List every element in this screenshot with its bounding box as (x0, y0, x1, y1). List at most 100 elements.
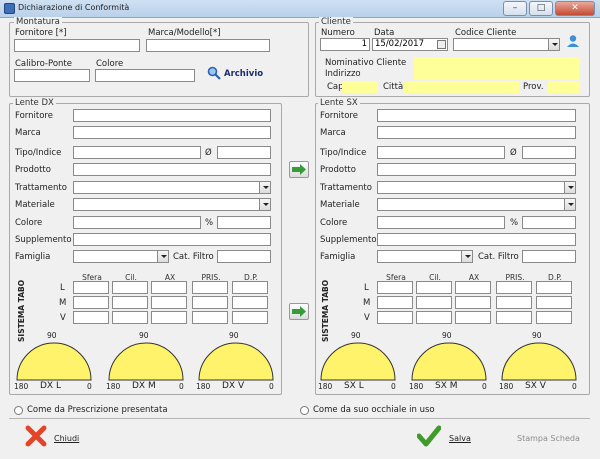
archivio-button[interactable]: Archivio (207, 66, 263, 83)
sx-tabo-cell[interactable] (496, 311, 532, 324)
sx-tabo-cell[interactable] (416, 281, 452, 294)
sx-fornitore-input[interactable] (377, 109, 576, 122)
citta-field[interactable] (404, 81, 519, 93)
montatura-marca-input[interactable] (146, 39, 270, 52)
dx-tabo-cell[interactable] (232, 311, 268, 324)
sx-tabo-cell[interactable] (377, 296, 413, 309)
sx-trattamento-combo[interactable] (377, 181, 576, 194)
montatura-colore-input[interactable] (95, 69, 195, 82)
dx-tabo-cell[interactable] (151, 296, 187, 309)
chevron-down-icon[interactable] (564, 199, 575, 210)
radio-occhiale-label: Come da suo occhiale in uso (313, 405, 435, 415)
chevron-down-icon[interactable] (157, 251, 168, 262)
dx-tabo-cell[interactable] (151, 311, 187, 324)
prov-field[interactable] (548, 81, 579, 93)
sx-tabo-cell[interactable] (536, 281, 572, 294)
dx-colore-input[interactable] (73, 216, 201, 229)
codice-cliente-combo[interactable] (453, 38, 560, 51)
numero-input[interactable]: 1 (320, 38, 370, 51)
user-icon[interactable] (566, 34, 580, 51)
sx-tipo-input[interactable] (377, 146, 505, 159)
radio-occhiale[interactable] (300, 406, 309, 415)
sx-axis-gauge[interactable]: 90 180 0 SX M (409, 331, 489, 393)
cap-field[interactable] (342, 81, 378, 93)
sx-supplemento-input[interactable] (377, 233, 576, 246)
dx-tabo-cell[interactable] (192, 281, 228, 294)
sx-tabo-cell[interactable] (536, 296, 572, 309)
copy-right-button[interactable] (289, 161, 309, 178)
sx-materiale-combo[interactable] (377, 198, 576, 211)
dx-diam-input[interactable] (217, 146, 271, 159)
dx-axis-gauge[interactable]: 90 180 0 DX M (106, 331, 186, 393)
sx-tabo-cell[interactable] (377, 281, 413, 294)
dx-fornitore-input[interactable] (73, 109, 271, 122)
sx-colore-input[interactable] (377, 216, 505, 229)
dx-tabo-cell[interactable] (112, 281, 148, 294)
dx-supplemento-input[interactable] (73, 233, 271, 246)
search-icon (207, 66, 221, 80)
dx-tabo-cell[interactable] (232, 296, 268, 309)
colore-label: Colore (96, 59, 124, 69)
nominativo-label: Nominativo Cliente (325, 58, 407, 68)
salva-button[interactable]: Salva (416, 425, 477, 449)
copy-tabo-button[interactable] (289, 303, 309, 320)
stampa-scheda-button[interactable]: Stampa Scheda (517, 434, 580, 443)
sx-tabo-cell[interactable] (496, 296, 532, 309)
calendar-icon[interactable] (437, 40, 446, 49)
sx-prodotto-input[interactable] (377, 163, 576, 176)
dx-tabo-cell[interactable] (73, 311, 109, 324)
dx-tipo-input[interactable] (73, 146, 201, 159)
sx-tabo-cell[interactable] (455, 296, 491, 309)
dx-prodotto-label: Prodotto (15, 165, 51, 175)
dx-tabo-cell[interactable] (192, 296, 228, 309)
dx-tabo-cell[interactable] (192, 311, 228, 324)
dx-tabo-cell[interactable] (151, 281, 187, 294)
calibro-input[interactable] (14, 69, 90, 82)
minimize-button[interactable]: – (503, 1, 527, 16)
dx-axis-gauge[interactable]: 90 180 0 DX V (196, 331, 276, 393)
dx-tabo-cell[interactable] (112, 311, 148, 324)
sx-diam-input[interactable] (522, 146, 576, 159)
sx-axis-gauge[interactable]: 90 180 0 SX L (318, 331, 398, 393)
dx-colore-label: Colore (15, 218, 43, 228)
chevron-down-icon[interactable] (564, 182, 575, 193)
sx-tabo-cell[interactable] (496, 281, 532, 294)
sx-tabo-cell[interactable] (416, 296, 452, 309)
dx-trattamento-combo[interactable] (73, 181, 271, 194)
sx-tabo-cell[interactable] (455, 311, 491, 324)
sx-tabo-cell[interactable] (536, 311, 572, 324)
dx-gauge-arc (108, 342, 184, 381)
dx-perc-input[interactable] (217, 216, 271, 229)
dx-famiglia-combo[interactable] (73, 250, 169, 263)
dx-tabo-cell[interactable] (232, 281, 268, 294)
indirizzo-field[interactable] (414, 68, 579, 80)
chiudi-button[interactable]: Chiudi (25, 425, 85, 449)
chevron-down-icon[interactable] (548, 39, 559, 50)
sx-tabo-cell[interactable] (416, 311, 452, 324)
dx-prodotto-input[interactable] (73, 163, 271, 176)
chevron-down-icon[interactable] (259, 182, 270, 193)
sx-perc-input[interactable] (522, 216, 576, 229)
sx-tabo-cell[interactable] (455, 281, 491, 294)
dx-axis-gauge[interactable]: 90 180 0 DX L (14, 331, 94, 393)
dx-tabo-cell[interactable] (73, 281, 109, 294)
dx-marca-input[interactable] (73, 126, 271, 139)
sx-tabo-cell[interactable] (377, 311, 413, 324)
sx-gauge-right-label: 0 (391, 382, 396, 391)
sx-marca-input[interactable] (377, 126, 576, 139)
dx-materiale-combo[interactable] (73, 198, 271, 211)
sx-gauge-left-label: 180 (499, 382, 514, 391)
chevron-down-icon[interactable] (461, 251, 472, 262)
sx-cat-filtro-input[interactable] (522, 250, 576, 263)
dx-tabo-cell[interactable] (112, 296, 148, 309)
dx-tabo-cell[interactable] (73, 296, 109, 309)
radio-prescrizione[interactable] (14, 406, 23, 415)
chevron-down-icon[interactable] (259, 199, 270, 210)
sx-famiglia-combo[interactable] (377, 250, 473, 263)
montatura-fornitore-input[interactable] (14, 39, 140, 52)
dx-gauge-arc (198, 342, 274, 381)
dx-cat-filtro-input[interactable] (217, 250, 271, 263)
close-button[interactable]: ✕ (555, 1, 595, 16)
maximize-button[interactable]: □ (529, 1, 553, 16)
sx-axis-gauge[interactable]: 90 180 0 SX V (499, 331, 579, 393)
